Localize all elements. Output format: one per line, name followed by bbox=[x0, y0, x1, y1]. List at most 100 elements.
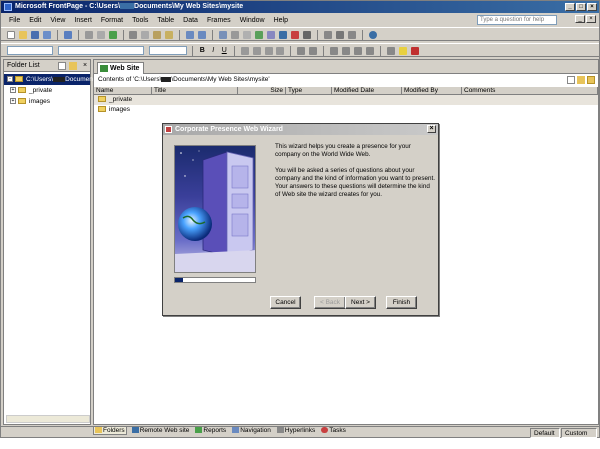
menu-help[interactable]: Help bbox=[274, 17, 288, 24]
decrease-indent-icon[interactable] bbox=[354, 47, 363, 55]
column-type[interactable]: Type bbox=[286, 87, 332, 94]
next-button[interactable]: Next > bbox=[345, 296, 376, 309]
menu-insert[interactable]: Insert bbox=[74, 17, 92, 24]
code-icon[interactable] bbox=[347, 31, 356, 39]
contents-path-bar: Contents of 'C:\Users\ \Documents\My Web … bbox=[94, 74, 598, 86]
underline-button[interactable]: U bbox=[220, 46, 229, 55]
font-shrink-icon[interactable] bbox=[309, 47, 318, 55]
column-size[interactable]: Size bbox=[238, 87, 286, 94]
bullets-icon[interactable] bbox=[342, 47, 351, 55]
wizard-progress-bar bbox=[174, 277, 256, 283]
doc-close-button[interactable]: × bbox=[586, 15, 596, 23]
new-folder-icon[interactable] bbox=[577, 76, 585, 84]
help-icon[interactable] bbox=[368, 31, 377, 39]
align-right-icon[interactable] bbox=[264, 47, 273, 55]
file-row-private[interactable]: _private bbox=[94, 95, 598, 105]
show-all-icon[interactable] bbox=[323, 31, 332, 39]
close-icon[interactable]: × bbox=[81, 62, 89, 70]
undo-icon[interactable] bbox=[186, 31, 195, 39]
refresh-icon[interactable] bbox=[290, 31, 299, 39]
style-combo[interactable] bbox=[7, 46, 53, 55]
insert-table-icon[interactable] bbox=[231, 31, 240, 39]
dialog-close-button[interactable]: × bbox=[427, 125, 436, 133]
menu-frames[interactable]: Frames bbox=[207, 17, 231, 24]
folder-list-panel: Folder List × - C:\Users\ Documents\ + _pri… bbox=[3, 59, 100, 425]
format-painter-icon[interactable] bbox=[165, 31, 174, 39]
save-icon[interactable] bbox=[30, 31, 39, 39]
file-row-images[interactable]: images bbox=[94, 105, 598, 115]
publish-icon[interactable] bbox=[63, 31, 72, 39]
layer-icon[interactable] bbox=[335, 31, 344, 39]
expand-icon[interactable]: + bbox=[10, 87, 16, 94]
standard-toolbar bbox=[1, 27, 599, 41]
search-icon[interactable] bbox=[42, 31, 51, 39]
new-page-icon[interactable] bbox=[58, 62, 66, 70]
dialog-title-bar: Corporate Presence Web Wizard × bbox=[163, 124, 438, 135]
redo-icon[interactable] bbox=[198, 31, 207, 39]
help-question-box[interactable]: Type a question for help bbox=[477, 15, 557, 25]
menu-data[interactable]: Data bbox=[183, 17, 198, 24]
horizontal-scrollbar[interactable] bbox=[6, 415, 90, 423]
column-title[interactable]: Title bbox=[152, 87, 238, 94]
preview-icon[interactable] bbox=[96, 31, 105, 39]
web-component-icon[interactable] bbox=[219, 31, 228, 39]
minimize-button[interactable]: _ bbox=[565, 3, 575, 11]
column-comments[interactable]: Comments bbox=[462, 87, 598, 94]
cut-icon[interactable] bbox=[129, 31, 138, 39]
align-center-icon[interactable] bbox=[252, 47, 261, 55]
finish-button[interactable]: Finish bbox=[386, 296, 417, 309]
toolbar-separator bbox=[122, 30, 124, 40]
new-folder-icon[interactable] bbox=[69, 62, 77, 70]
font-combo[interactable] bbox=[57, 46, 144, 55]
doc-minimize-button[interactable]: _ bbox=[575, 15, 585, 23]
close-button[interactable]: × bbox=[587, 3, 597, 11]
column-modified-date[interactable]: Modified Date bbox=[332, 87, 402, 94]
spelling-icon[interactable] bbox=[108, 31, 117, 39]
menu-window[interactable]: Window bbox=[240, 17, 265, 24]
back-button[interactable]: < Back bbox=[314, 296, 346, 309]
column-modified-by[interactable]: Modified By bbox=[402, 87, 462, 94]
paste-icon[interactable] bbox=[153, 31, 162, 39]
menu-table[interactable]: Table bbox=[157, 17, 174, 24]
tree-item-private[interactable]: + _private bbox=[4, 85, 90, 96]
stop-icon[interactable] bbox=[302, 31, 311, 39]
collapse-icon[interactable]: - bbox=[7, 76, 13, 83]
menu-view[interactable]: View bbox=[50, 17, 65, 24]
up-folder-icon[interactable] bbox=[587, 76, 595, 84]
copy-icon[interactable] bbox=[141, 31, 150, 39]
hyperlink-icon[interactable] bbox=[278, 31, 287, 39]
file-list-header: Name Title Size Type Modified Date Modif… bbox=[94, 86, 598, 95]
bold-button[interactable]: B bbox=[198, 46, 207, 55]
menu-format[interactable]: Format bbox=[101, 17, 123, 24]
new-page-icon[interactable] bbox=[567, 76, 575, 84]
maximize-button[interactable]: □ bbox=[576, 3, 586, 11]
tree-item-images[interactable]: + images bbox=[4, 96, 90, 107]
drawing-icon[interactable] bbox=[266, 31, 275, 39]
tree-root[interactable]: - C:\Users\ Documents\ bbox=[4, 74, 100, 85]
align-left-icon[interactable] bbox=[240, 47, 249, 55]
print-icon[interactable] bbox=[84, 31, 93, 39]
new-page-icon[interactable] bbox=[7, 31, 15, 39]
increase-indent-icon[interactable] bbox=[366, 47, 375, 55]
numbering-icon[interactable] bbox=[330, 47, 339, 55]
expand-icon[interactable]: + bbox=[10, 98, 16, 105]
menu-tools[interactable]: Tools bbox=[132, 17, 148, 24]
menu-edit[interactable]: Edit bbox=[29, 17, 41, 24]
insert-picture-icon[interactable] bbox=[254, 31, 263, 39]
insert-layer-icon[interactable] bbox=[243, 31, 252, 39]
cancel-button[interactable]: Cancel bbox=[270, 296, 301, 309]
font-size-combo[interactable] bbox=[148, 46, 187, 55]
border-icon[interactable] bbox=[387, 47, 396, 55]
open-folder-icon[interactable] bbox=[18, 31, 27, 39]
tab-web-site[interactable]: Web Site bbox=[97, 62, 145, 74]
font-grow-icon[interactable] bbox=[297, 47, 306, 55]
font-color-icon[interactable] bbox=[410, 47, 419, 55]
intro-text: This wizard helps you create a presence … bbox=[275, 143, 411, 158]
highlight-icon[interactable] bbox=[398, 47, 407, 55]
column-name[interactable]: Name bbox=[94, 87, 152, 94]
italic-button[interactable]: I bbox=[209, 46, 218, 55]
justify-icon[interactable] bbox=[276, 47, 285, 55]
menu-file[interactable]: File bbox=[9, 17, 20, 24]
web-folder-icon bbox=[15, 76, 23, 83]
toolbar-separator bbox=[179, 30, 181, 40]
